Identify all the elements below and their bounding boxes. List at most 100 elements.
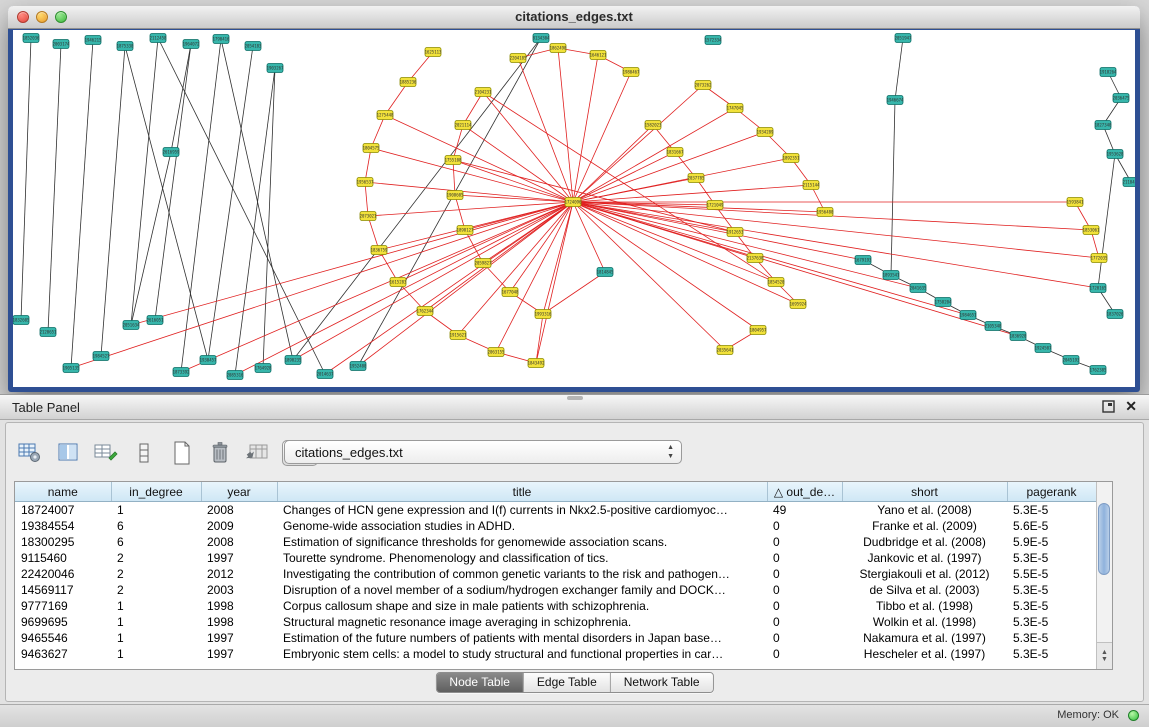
table-selector-dropdown[interactable]: citations_edges.txt ▲▼ [284, 440, 682, 464]
graph-edge[interactable] [398, 202, 573, 282]
show-columns-icon[interactable] [54, 440, 82, 466]
graph-edge[interactable] [463, 125, 573, 202]
graph-edge[interactable] [573, 158, 791, 202]
graph-edge[interactable] [365, 182, 573, 202]
graph-node-yellow[interactable]: 2115144 [803, 181, 820, 190]
scrollbar-arrows[interactable]: ▲▼ [1097, 642, 1112, 669]
graph-node-teal[interactable]: 2051634 [123, 321, 140, 330]
graph-node-yellow[interactable]: 1615283 [390, 278, 407, 287]
graph-node-teal[interactable]: 1852036 [23, 34, 40, 43]
graph-node-yellow[interactable]: 2037785 [688, 174, 705, 183]
graph-edge[interactable] [573, 202, 825, 212]
delete-table-icon[interactable] [206, 440, 234, 466]
graph-node-teal[interactable]: 1720165 [1090, 284, 1107, 293]
graph-node-yellow[interactable]: 2104231 [475, 88, 492, 97]
graph-node-teal[interactable]: 1890235 [285, 356, 302, 365]
graph-edge[interactable] [483, 92, 573, 202]
scrollbar-thumb[interactable] [1098, 503, 1110, 575]
column-header-3[interactable]: title [277, 482, 767, 502]
graph-edge[interactable] [131, 38, 158, 325]
graph-edge[interactable] [483, 92, 776, 282]
graph-node-yellow[interactable]: 1956480 [817, 208, 834, 217]
graph-edge[interactable] [371, 115, 385, 148]
graph-node-yellow[interactable]: 1695924 [790, 300, 807, 309]
graph-edge[interactable] [458, 202, 573, 335]
graph-node-teal[interactable]: 1832605 [13, 316, 30, 325]
table-row[interactable]: 911546021997Tourette syndrome. Phenomeno… [15, 550, 1096, 566]
graph-edge[interactable] [895, 38, 903, 100]
graph-edge[interactable] [891, 100, 895, 275]
graph-node-yellow[interactable]: 1956537 [357, 178, 374, 187]
graph-node-yellow[interactable]: 1677048 [502, 288, 519, 297]
graph-node-teal[interactable]: 1984527 [93, 352, 110, 361]
float-panel-icon[interactable] [1102, 400, 1115, 413]
graph-edge[interactable] [573, 152, 675, 202]
graph-node-teal[interactable]: 1679193 [855, 256, 872, 265]
column-header-6[interactable]: pagerank [1007, 482, 1096, 502]
graph-node-yellow[interactable]: 2137630 [747, 254, 764, 263]
graph-edge[interactable] [125, 46, 208, 360]
graph-node-teal[interactable]: 1952480 [350, 362, 367, 371]
graph-node-yellow[interactable]: 1724096 [565, 198, 582, 207]
graph-edge[interactable] [101, 46, 125, 356]
graph-edge[interactable] [368, 202, 573, 216]
graph-edge[interactable] [71, 40, 93, 368]
graph-node-teal[interactable]: 2120651 [40, 328, 57, 337]
close-panel-icon[interactable]: ✕ [1125, 398, 1137, 415]
graph-node-yellow[interactable]: 2035641 [717, 346, 734, 355]
graph-edge[interactable] [573, 202, 758, 330]
column-header-4[interactable]: △ out_de… [767, 482, 842, 502]
graph-edge[interactable] [181, 39, 221, 372]
graph-edge[interactable] [453, 125, 463, 160]
table-row[interactable]: 969969511998Structural magnetic resonanc… [15, 614, 1096, 630]
graph-node-yellow[interactable]: 1885236 [400, 78, 417, 87]
graph-node-yellow[interactable]: 1762344 [417, 307, 434, 316]
graph-edge[interactable] [573, 202, 798, 304]
graph-node-teal[interactable]: 2616959 [163, 148, 180, 157]
graph-edge[interactable] [573, 185, 811, 202]
graph-node-yellow[interactable]: 1854520 [768, 278, 785, 287]
graph-edge[interactable] [365, 182, 368, 216]
graph-node-teal[interactable]: 1836920 [1010, 332, 1027, 341]
graph-node-teal[interactable]: 1930457 [200, 356, 217, 365]
graph-node-teal[interactable]: 1905135 [63, 364, 80, 373]
table-row[interactable]: 1456911722003Disruption of a novel membe… [15, 582, 1096, 598]
graph-node-teal[interactable]: 2085316 [227, 371, 244, 380]
column-header-5[interactable]: short [842, 482, 1007, 502]
graph-node-teal[interactable]: 1875330 [117, 42, 134, 51]
import-table-icon[interactable] [244, 440, 272, 466]
graph-node-yellow[interactable]: 1804575 [363, 144, 380, 153]
network-graph[interactable]: 1724096162511318852361275448180457519565… [13, 30, 1135, 387]
graph-edge[interactable] [385, 82, 408, 115]
window-titlebar[interactable]: citations_edges.txt [8, 6, 1140, 29]
graph-node-yellow[interactable]: 1980467 [623, 68, 640, 77]
graph-node-teal[interactable]: 8134304 [533, 34, 550, 43]
graph-node-yellow[interactable]: 1772035 [1091, 254, 1108, 263]
column-header-0[interactable]: name [15, 482, 111, 502]
graph-node-yellow[interactable]: 1755108 [445, 156, 462, 165]
table-mode-icon[interactable] [16, 440, 44, 466]
graph-edge[interactable] [573, 202, 1099, 258]
graph-node-teal[interactable]: 2616051 [147, 316, 164, 325]
graph-node-yellow[interactable]: 2204185 [510, 54, 527, 63]
table-row[interactable]: 1938455462009Genome-wide association stu… [15, 518, 1096, 534]
graph-edge[interactable] [573, 85, 703, 202]
table-row[interactable]: 1830029562008Estimation of significance … [15, 534, 1096, 550]
graph-edge[interactable] [573, 202, 1098, 288]
graph-edge[interactable] [71, 202, 573, 368]
graph-node-teal[interactable]: 1827340 [1095, 121, 1112, 130]
graph-edge[interactable] [453, 160, 455, 195]
graph-edge[interactable] [496, 202, 573, 352]
tab-node-table[interactable]: Node Table [436, 673, 524, 692]
network-canvas[interactable]: 1724096162511318852361275448180457519565… [13, 30, 1135, 387]
graph-edge[interactable] [573, 132, 765, 202]
graph-node-teal[interactable]: 2105348 [985, 322, 1002, 331]
graph-node-teal[interactable]: 1758204 [935, 298, 952, 307]
graph-edge[interactable] [21, 38, 31, 320]
graph-node-teal[interactable]: 1762385 [1090, 366, 1107, 375]
graph-node-yellow[interactable]: 1898127 [457, 226, 474, 235]
graph-edge[interactable] [221, 39, 293, 360]
graph-node-yellow[interactable]: 1908605 [447, 191, 464, 200]
graph-node-teal[interactable]: 2051947 [895, 34, 912, 43]
graph-node-yellow[interactable]: 1843492 [528, 359, 545, 368]
